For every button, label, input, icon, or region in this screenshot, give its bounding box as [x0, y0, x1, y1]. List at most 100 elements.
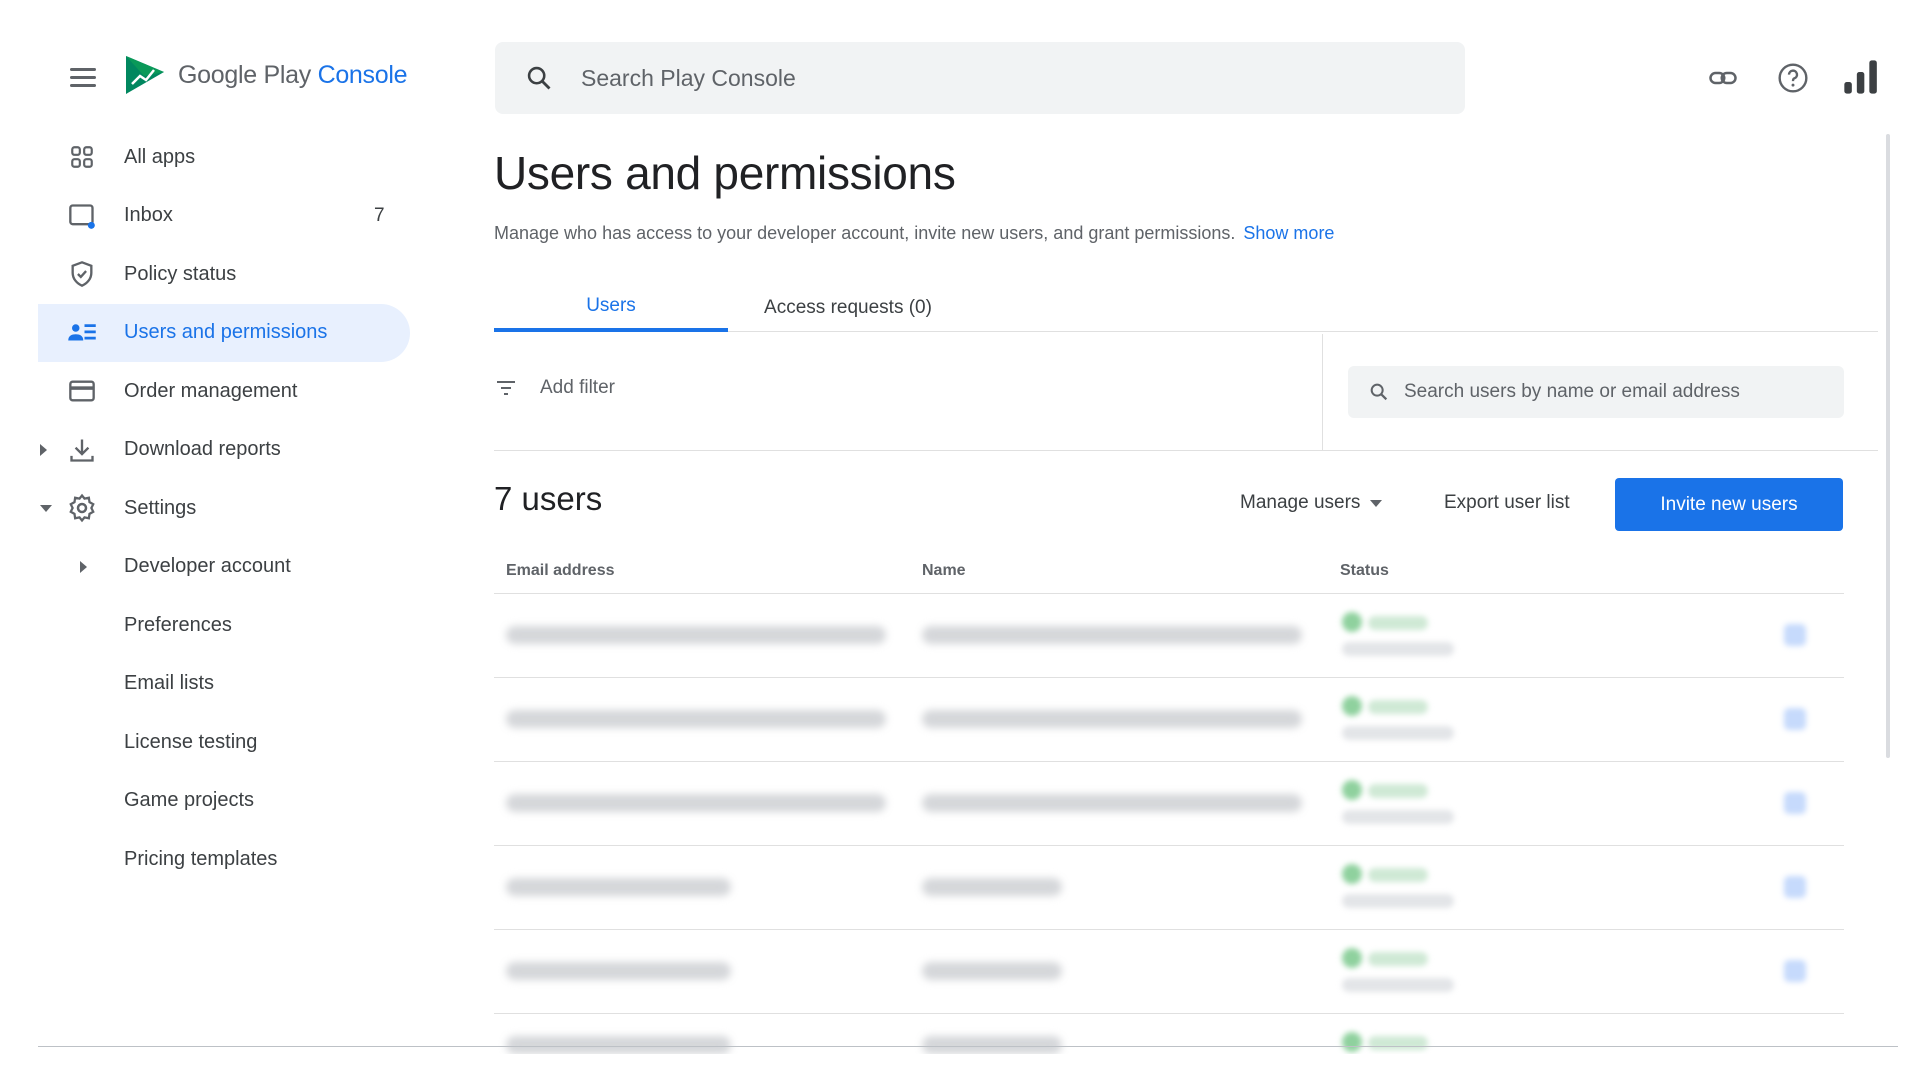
- table-row[interactable]: [494, 846, 1844, 930]
- filter-icon: [497, 381, 515, 395]
- add-filter-button[interactable]: Add filter: [494, 376, 615, 400]
- download-icon: [66, 434, 98, 466]
- status-subtext-redacted: [1342, 894, 1454, 908]
- google-play-console-logo[interactable]: Google Play Console: [122, 52, 407, 98]
- name-cell-redacted: [922, 878, 1062, 896]
- credit-card-icon: [66, 375, 98, 407]
- table-row[interactable]: [494, 1014, 1844, 1054]
- status-text-redacted: [1368, 1036, 1428, 1050]
- sidebar-item-label: Game projects: [124, 789, 255, 812]
- chevron-right-icon[interactable]: [80, 560, 87, 573]
- name-cell-redacted: [922, 710, 1302, 728]
- status-check-icon: [1342, 864, 1362, 884]
- status-check-icon: [1342, 612, 1362, 632]
- sidebar-item-label: Settings: [124, 496, 197, 519]
- dropdown-arrow-icon: [1370, 499, 1383, 507]
- table-header: Email address Name Status: [494, 548, 1844, 594]
- edit-icon[interactable]: [1784, 624, 1806, 646]
- table-row[interactable]: [494, 762, 1844, 846]
- users-icon: [66, 317, 98, 349]
- search-placeholder: Search Play Console: [581, 64, 796, 91]
- user-search-input[interactable]: Search users by name or email address: [1348, 366, 1844, 418]
- sidebar-nav: All apps Inbox 7 Policy status Users and…: [38, 128, 410, 889]
- link-button[interactable]: [1703, 58, 1743, 98]
- page-scrollbar[interactable]: [1886, 134, 1890, 758]
- status-text-redacted: [1368, 700, 1428, 714]
- main-menu-button[interactable]: [62, 62, 102, 94]
- status-subtext-redacted: [1342, 642, 1454, 656]
- status-check-icon: [1342, 948, 1362, 968]
- status-text-redacted: [1368, 952, 1428, 966]
- chevron-right-icon[interactable]: [40, 443, 47, 456]
- table-row[interactable]: [494, 594, 1844, 678]
- sidebar-item-game-projects[interactable]: Game projects: [38, 772, 410, 831]
- sidebar-item-email-lists[interactable]: Email lists: [38, 655, 410, 714]
- add-filter-label: Add filter: [540, 377, 615, 398]
- sidebar-item-order-management[interactable]: Order management: [38, 362, 410, 421]
- name-cell-redacted: [922, 1036, 1062, 1054]
- google-play-console-logo-icon: [126, 56, 164, 94]
- sidebar-item-settings[interactable]: Settings: [38, 479, 410, 538]
- status-subtext-redacted: [1342, 810, 1454, 824]
- link-icon: [1709, 71, 1737, 85]
- status-check-icon: [1342, 696, 1362, 716]
- sidebar-item-label: Inbox: [124, 204, 173, 227]
- email-cell-redacted: [506, 1036, 731, 1054]
- bar-chart-icon: [1844, 60, 1877, 94]
- analytics-button[interactable]: [1838, 54, 1884, 100]
- status-subtext-redacted: [1342, 726, 1454, 740]
- status-text-redacted: [1368, 616, 1428, 630]
- table-row[interactable]: [494, 930, 1844, 1014]
- sidebar-item-policy-status[interactable]: Policy status: [38, 245, 410, 304]
- sidebar-item-label: Order management: [124, 379, 298, 402]
- sidebar-item-pricing-templates[interactable]: Pricing templates: [38, 830, 410, 889]
- search-icon: [527, 66, 551, 90]
- name-cell-redacted: [922, 794, 1302, 812]
- filter-bar: Add filter Search users by name or email…: [494, 334, 1878, 451]
- top-search-bar[interactable]: Search Play Console: [495, 42, 1465, 114]
- column-header-email: Email address: [506, 561, 615, 579]
- sidebar-item-label: Pricing templates: [124, 847, 278, 870]
- column-header-name: Name: [922, 561, 966, 579]
- sidebar-item-label: Developer account: [124, 555, 291, 578]
- status-subtext-redacted: [1342, 978, 1454, 992]
- status-text-redacted: [1368, 868, 1428, 882]
- sidebar-item-download-reports[interactable]: Download reports: [38, 421, 410, 480]
- grid-icon: [66, 141, 98, 173]
- sidebar-item-all-apps[interactable]: All apps: [38, 128, 410, 187]
- tab-access-requests[interactable]: Access requests (0): [728, 284, 968, 332]
- sidebar-item-license-testing[interactable]: License testing: [38, 713, 410, 772]
- sidebar-item-label: License testing: [124, 730, 258, 753]
- sidebar-item-label: Download reports: [124, 438, 281, 461]
- sidebar-item-inbox[interactable]: Inbox 7: [38, 187, 410, 246]
- email-cell-redacted: [506, 878, 731, 896]
- sidebar-item-users-and-permissions[interactable]: Users and permissions: [38, 303, 410, 362]
- edit-icon[interactable]: [1784, 708, 1806, 730]
- description-text: Manage who has access to your developer …: [494, 223, 1236, 243]
- show-more-link[interactable]: Show more: [1243, 223, 1334, 243]
- help-button[interactable]: [1773, 58, 1813, 98]
- users-count-heading: 7 users: [494, 480, 603, 517]
- inbox-count-badge: 7: [374, 204, 385, 226]
- status-check-icon: [1342, 1032, 1362, 1052]
- sidebar-item-preferences[interactable]: Preferences: [38, 596, 410, 655]
- email-cell-redacted: [506, 626, 886, 644]
- name-cell-redacted: [922, 626, 1302, 644]
- manage-users-dropdown[interactable]: Manage users: [1240, 492, 1383, 514]
- chevron-down-icon[interactable]: [40, 504, 52, 512]
- status-text-redacted: [1368, 784, 1428, 798]
- table-row[interactable]: [494, 678, 1844, 762]
- sidebar-item-label: Preferences: [124, 613, 232, 636]
- email-cell-redacted: [506, 710, 886, 728]
- filter-divider: [1322, 334, 1323, 450]
- edit-icon[interactable]: [1784, 792, 1806, 814]
- edit-icon[interactable]: [1784, 876, 1806, 898]
- user-search-placeholder: Search users by name or email address: [1404, 381, 1740, 402]
- tab-users[interactable]: Users: [494, 284, 728, 332]
- export-user-list-button[interactable]: Export user list: [1444, 492, 1570, 514]
- email-cell-redacted: [506, 962, 731, 980]
- status-check-icon: [1342, 780, 1362, 800]
- edit-icon[interactable]: [1784, 960, 1806, 982]
- invite-new-users-button[interactable]: Invite new users: [1615, 478, 1843, 531]
- sidebar-item-developer-account[interactable]: Developer account: [38, 538, 410, 597]
